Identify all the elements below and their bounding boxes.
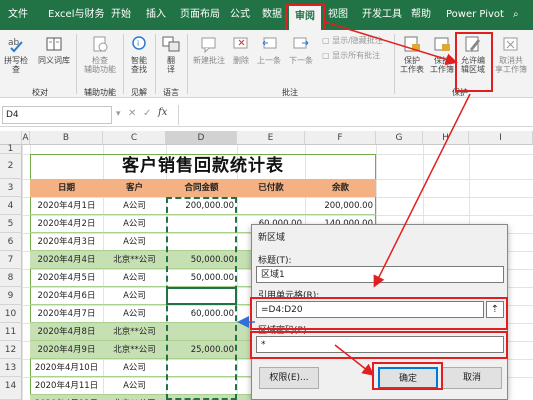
arrow-review-to-allow-edit	[324, 21, 458, 66]
annotation-arrows	[237, 21, 471, 376]
arrow-password-to-ok	[334, 344, 375, 376]
arrow-allow-edit-to-dialog	[373, 93, 471, 288]
